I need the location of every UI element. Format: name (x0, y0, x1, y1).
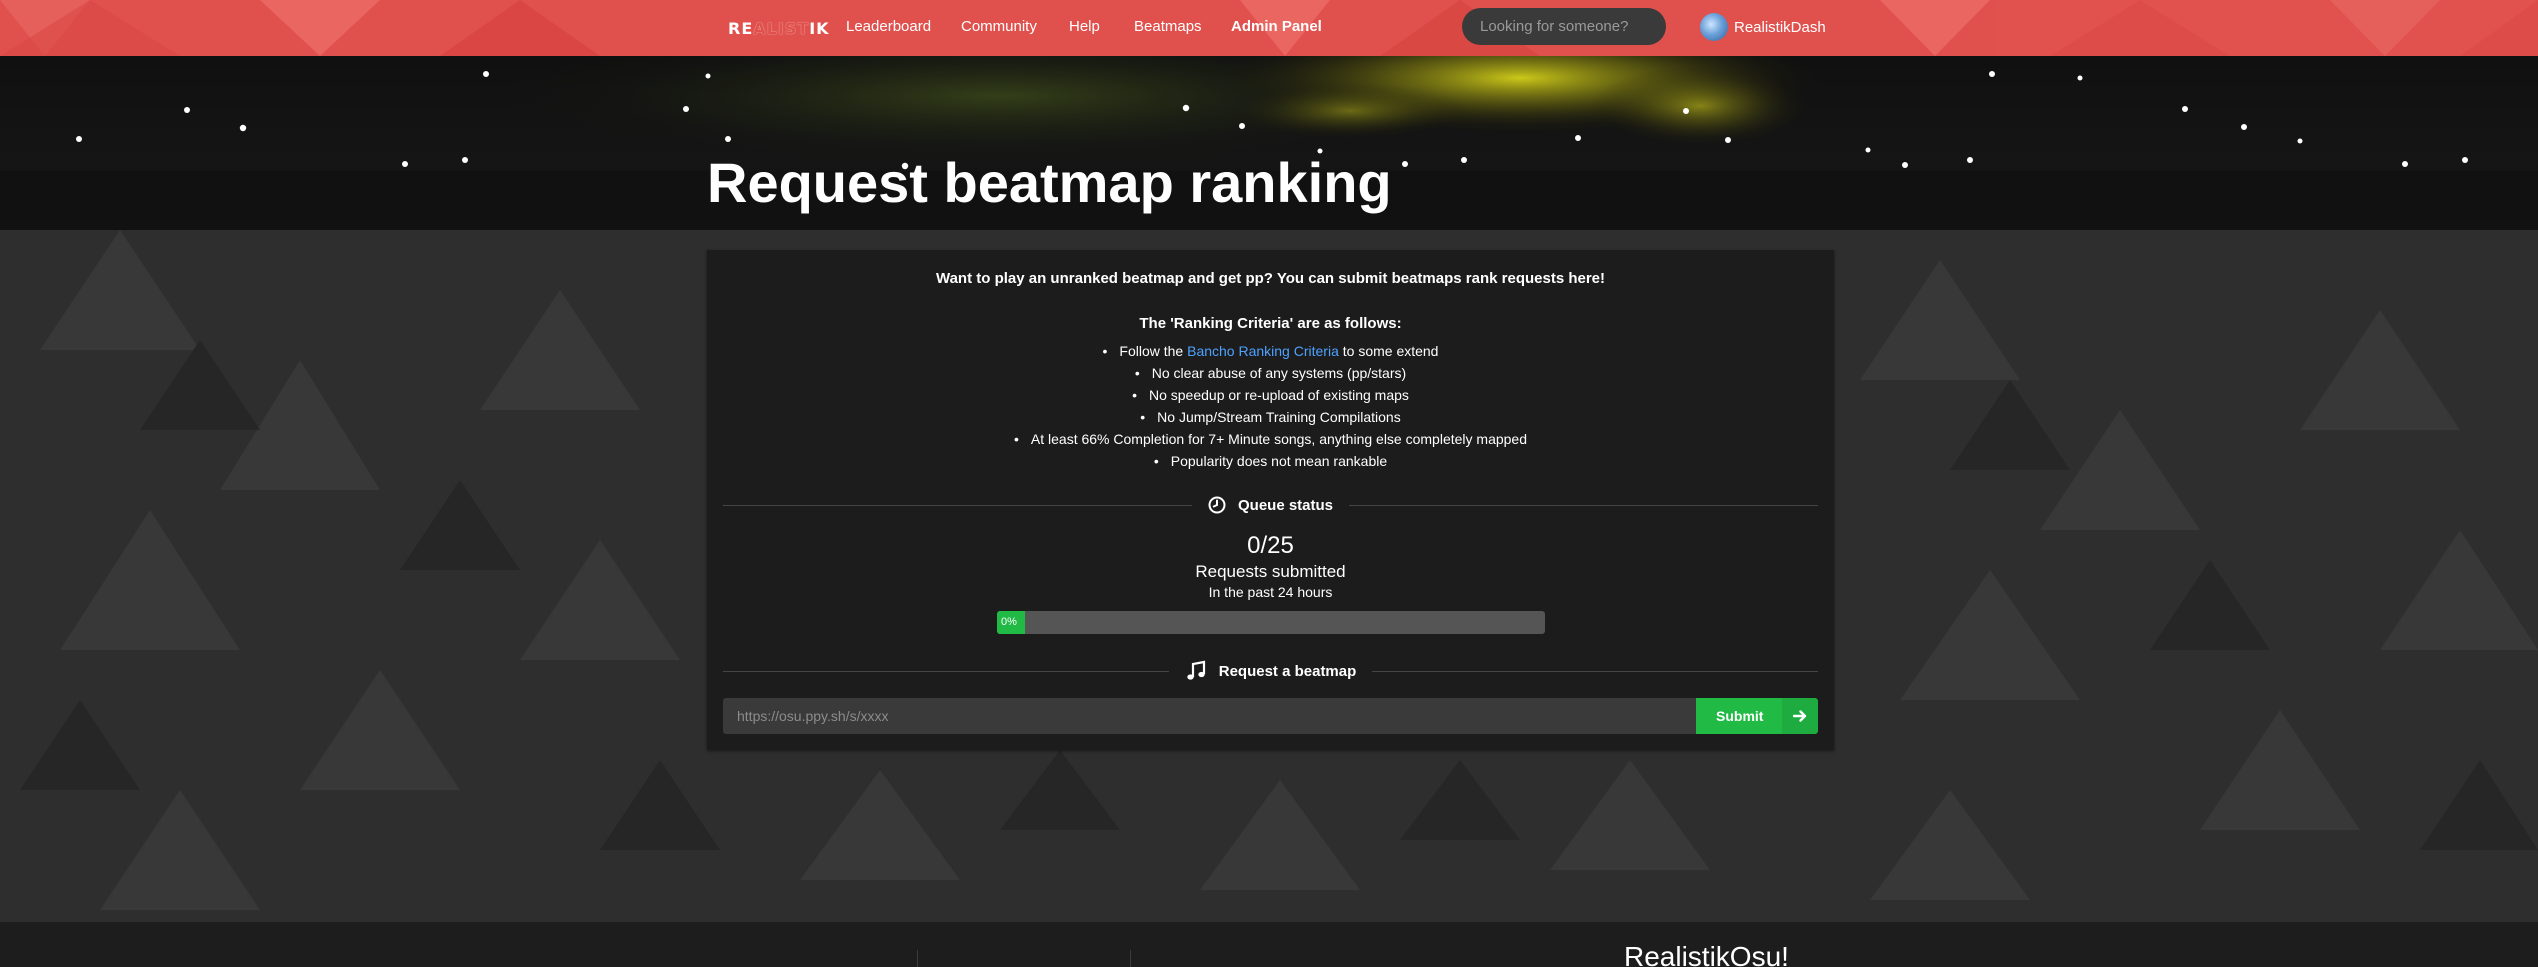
logo-text-1: RE (728, 18, 754, 38)
footer-brand: RealistikOsu! (1624, 941, 1789, 967)
username: RealistikDash (1734, 18, 1826, 36)
list-item: No clear abuse of any systems (pp/stars) (707, 362, 1834, 384)
page-title: Request beatmap ranking (707, 151, 1392, 214)
clock-icon (1208, 496, 1226, 514)
queue-label: Requests submitted (1195, 562, 1346, 581)
nav-beatmaps[interactable]: Beatmaps (1134, 17, 1202, 37)
beatmap-url-input[interactable] (723, 698, 1696, 734)
logo-text-3: IK (809, 18, 830, 38)
queue-status-heading: Queue status (1237, 496, 1334, 514)
request-beatmap-heading: Request a beatmap (1218, 662, 1357, 680)
submit-button[interactable]: Submit (1696, 698, 1818, 734)
nav-leaderboard[interactable]: Leaderboard (846, 17, 931, 37)
criteria-suffix: to some extend (1338, 343, 1439, 359)
intro-text: Want to play an unranked beatmap and get… (935, 270, 1606, 287)
top-navbar: RE ALIST IK Leaderboard Community Help Bea… (0, 0, 2538, 56)
footer: RealistikOsu! (0, 922, 2538, 967)
nav-admin-panel[interactable]: Admin Panel (1231, 17, 1322, 37)
search-input[interactable] (1478, 17, 1681, 36)
queue-progress-bar: 0% (997, 611, 1545, 634)
queue-subtitle: In the past 24 hours (1208, 584, 1333, 600)
list-item: No speedup or re-upload of existing maps (707, 384, 1834, 406)
list-item: At least 66% Completion for 7+ Minute so… (707, 428, 1834, 450)
queue-divider: Queue status (723, 495, 1818, 515)
bancho-criteria-link[interactable]: Bancho Ranking Criteria (1187, 343, 1339, 359)
nav-community[interactable]: Community (961, 17, 1037, 37)
logo-text-2: ALIST (753, 18, 810, 38)
criteria-heading: The 'Ranking Criteria' are as follows: (1139, 315, 1402, 332)
submit-label: Submit (1716, 708, 1764, 724)
arrow-right-icon (1782, 698, 1818, 734)
site-logo[interactable]: RE ALIST IK (728, 17, 830, 39)
user-search (1462, 8, 1681, 45)
music-note-icon (1187, 660, 1205, 680)
header-banner: Request beatmap ranking (0, 56, 2538, 230)
criteria-prefix: Follow the (1119, 343, 1188, 359)
criteria-list: Follow the Bancho Ranking Criteria to so… (707, 340, 1834, 472)
nav-help[interactable]: Help (1069, 17, 1100, 37)
user-menu[interactable]: RealistikDash (1700, 12, 1826, 42)
list-item: Popularity does not mean rankable (707, 450, 1834, 472)
request-divider: Request a beatmap (723, 660, 1819, 681)
list-item: No Jump/Stream Training Compilations (707, 406, 1834, 428)
list-item: Follow the Bancho Ranking Criteria to so… (707, 340, 1834, 362)
avatar (1700, 13, 1728, 41)
request-card: Want to play an unranked beatmap and get… (707, 250, 1834, 750)
progress-fill: 0% (997, 611, 1025, 634)
request-form: Submit (723, 698, 1818, 734)
queue-count: 0/25 (1247, 532, 1294, 559)
